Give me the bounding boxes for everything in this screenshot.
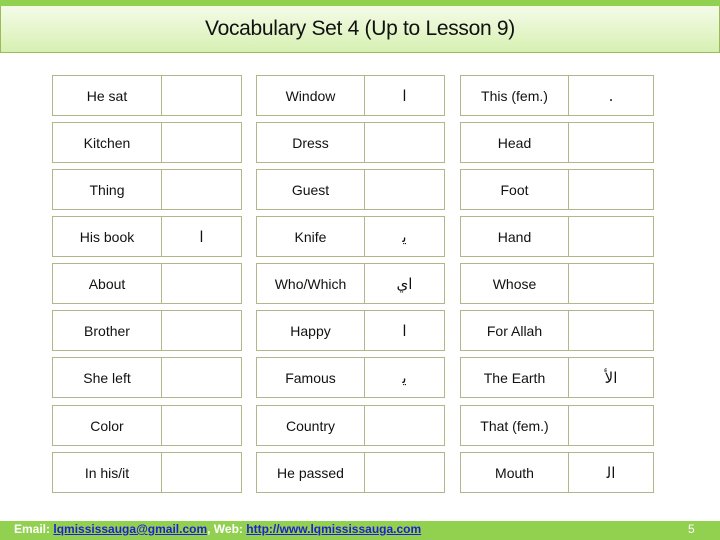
page-title: Vocabulary Set 4 (Up to Lesson 9) — [205, 17, 515, 40]
english-word-cell: In his/it — [52, 452, 162, 493]
english-word-cell: Guest — [256, 169, 365, 210]
english-word-cell: Knife — [256, 216, 365, 257]
english-word-cell: Country — [256, 405, 365, 446]
arabic-word-cell[interactable] — [161, 452, 242, 493]
english-word-cell: This (fem.) — [460, 75, 569, 116]
arabic-word-cell[interactable]: . — [568, 75, 654, 116]
arabic-word-cell[interactable] — [568, 310, 654, 351]
arabic-word-cell[interactable] — [161, 122, 242, 163]
contact-info: Email: lqmississauga@gmail.com, Web: htt… — [14, 522, 421, 536]
arabic-word-cell[interactable] — [161, 75, 242, 116]
english-word-cell: Happy — [256, 310, 365, 351]
english-word-cell: Brother — [52, 310, 162, 351]
arabic-word-cell[interactable]: ﯾ — [364, 357, 445, 398]
english-word-cell: Who/Which — [256, 263, 365, 304]
arabic-word-cell[interactable]: ا — [161, 216, 242, 257]
arabic-word-cell[interactable]: اي — [364, 263, 445, 304]
arabic-word-cell[interactable] — [568, 263, 654, 304]
email-link[interactable]: lqmississauga@gmail.com — [53, 522, 207, 536]
arabic-word-cell[interactable]: ﺍﻟ — [568, 452, 654, 493]
footer-bar: Email: lqmississauga@gmail.com, Web: htt… — [0, 521, 720, 540]
english-word-cell: Whose — [460, 263, 569, 304]
title-bar: Vocabulary Set 4 (Up to Lesson 9) — [0, 6, 720, 53]
arabic-word-cell[interactable]: ا — [364, 310, 445, 351]
english-word-cell: About — [52, 263, 162, 304]
arabic-word-cell[interactable] — [568, 169, 654, 210]
arabic-word-cell[interactable] — [364, 405, 445, 446]
arabic-word-cell[interactable] — [161, 169, 242, 210]
english-word-cell: Hand — [460, 216, 569, 257]
english-word-cell: He passed — [256, 452, 365, 493]
english-word-cell: Dress — [256, 122, 365, 163]
arabic-word-cell[interactable]: الأ — [568, 357, 654, 398]
english-word-cell: Kitchen — [52, 122, 162, 163]
english-word-cell: Mouth — [460, 452, 569, 493]
english-word-cell: Foot — [460, 169, 569, 210]
arabic-word-cell[interactable] — [161, 263, 242, 304]
english-word-cell: She left — [52, 357, 162, 398]
arabic-word-cell[interactable]: ا — [364, 75, 445, 116]
arabic-word-cell[interactable] — [364, 169, 445, 210]
english-word-cell: His book — [52, 216, 162, 257]
english-word-cell: Window — [256, 75, 365, 116]
arabic-word-cell[interactable] — [364, 452, 445, 493]
email-label: Email: — [14, 522, 54, 536]
arabic-word-cell[interactable] — [568, 122, 654, 163]
english-word-cell: Famous — [256, 357, 365, 398]
web-label: , Web: — [207, 522, 247, 536]
english-word-cell: The Earth — [460, 357, 569, 398]
arabic-word-cell[interactable] — [161, 310, 242, 351]
arabic-word-cell[interactable] — [364, 122, 445, 163]
arabic-word-cell[interactable]: ﯾ — [364, 216, 445, 257]
arabic-word-cell[interactable] — [568, 216, 654, 257]
website-link[interactable]: http://www.lqmississauga.com — [246, 522, 421, 536]
english-word-cell: Thing — [52, 169, 162, 210]
arabic-word-cell[interactable] — [161, 405, 242, 446]
english-word-cell: Color — [52, 405, 162, 446]
arabic-word-cell[interactable] — [161, 357, 242, 398]
arabic-word-cell[interactable] — [568, 405, 654, 446]
english-word-cell: That (fem.) — [460, 405, 569, 446]
english-word-cell: For Allah — [460, 310, 569, 351]
english-word-cell: He sat — [52, 75, 162, 116]
english-word-cell: Head — [460, 122, 569, 163]
page-number: 5 — [688, 522, 695, 536]
